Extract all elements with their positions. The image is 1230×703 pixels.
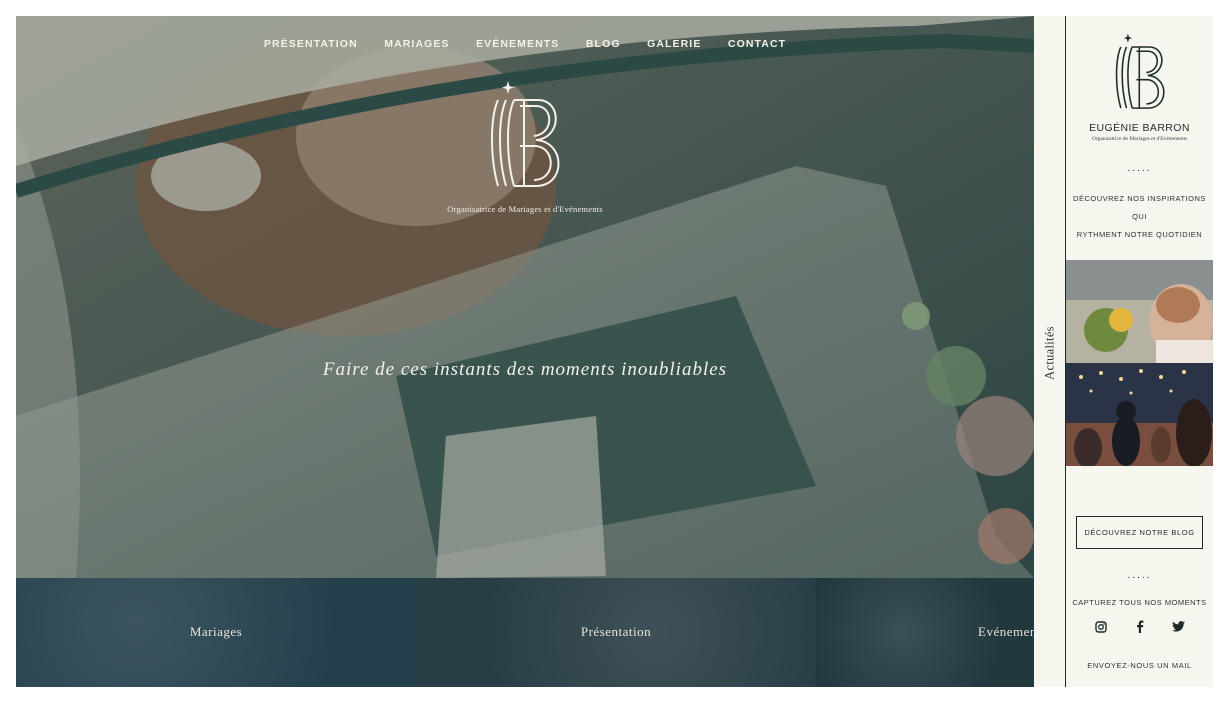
nav-presentation[interactable]: PRÉSENTATION xyxy=(264,38,358,50)
sidebar-logo[interactable]: EUGÉNIE BARRON Organisatrice de Mariages… xyxy=(1066,28,1213,142)
nav-galerie[interactable]: GALERIE xyxy=(647,38,701,50)
dots-divider: ..... xyxy=(1127,570,1152,581)
news-tab-label: Actualités xyxy=(1042,326,1057,380)
page-frame: PRÉSENTATION MARIAGES EVÉNEMENTS BLOG GA… xyxy=(16,16,1213,687)
news-tab[interactable]: Actualités xyxy=(1034,16,1066,687)
tile-label: Mariages xyxy=(189,624,243,639)
tile-mariages[interactable]: Mariages xyxy=(16,578,416,687)
discover-line-2: RYTHMENT NOTRE QUOTIDIEN xyxy=(1076,230,1203,239)
hero-section: PRÉSENTATION MARIAGES EVÉNEMENTS BLOG GA… xyxy=(16,16,1034,578)
capture-moments-text: CAPTUREZ TOUS NOS MOMENTS xyxy=(1072,598,1207,607)
hero-logo[interactable]: Organisatrice de Mariages et d'Evénement… xyxy=(16,78,1034,214)
nav-mariages[interactable]: MARIAGES xyxy=(384,38,449,50)
main-nav: PRÉSENTATION MARIAGES EVÉNEMENTS BLOG GA… xyxy=(16,34,1034,52)
social-links xyxy=(1066,620,1213,633)
facebook-icon[interactable] xyxy=(1133,620,1146,633)
instagram-icon[interactable] xyxy=(1094,620,1107,633)
blog-thumbnail-party[interactable] xyxy=(1066,363,1213,466)
dots-divider: ..... xyxy=(1127,163,1152,174)
tile-presentation[interactable]: Présentation xyxy=(416,578,816,687)
nav-contact[interactable]: CONTACT xyxy=(728,38,786,50)
nav-blog[interactable]: BLOG xyxy=(586,38,621,50)
discover-blog-button[interactable]: DÉCOUVREZ NOTRE BLOG xyxy=(1076,516,1203,549)
brand-subtitle: Organisatrice de Mariages et d'Evénement… xyxy=(1091,136,1188,142)
blog-thumbnails xyxy=(1066,260,1213,466)
logo-subtitle: Organisatrice de Mariages et d'Evénement… xyxy=(447,204,603,214)
tile-evenements[interactable]: Evénements xyxy=(816,578,1034,687)
discover-text: DÉCOUVREZ NOS INSPIRATIONS QUI RYTHMENT … xyxy=(1066,190,1213,244)
tile-label: Evénements xyxy=(978,624,1034,639)
hero-tagline: Faire de ces instants des moments inoubl… xyxy=(322,359,728,380)
brand-name: EUGÉNIE BARRON xyxy=(1089,122,1190,134)
eb-monogram-logo xyxy=(491,81,560,187)
category-tiles: Mariages Présentation Evénements xyxy=(16,578,1034,687)
nav-evenements[interactable]: EVÉNEMENTS xyxy=(476,38,559,50)
news-sidebar: EUGÉNIE BARRON Organisatrice de Mariages… xyxy=(1066,16,1213,687)
send-mail-link[interactable]: ENVOYEZ-NOUS UN MAIL xyxy=(1066,661,1213,670)
eb-monogram-logo xyxy=(1115,33,1164,109)
blog-thumbnail-bride[interactable] xyxy=(1066,260,1213,363)
twitter-icon[interactable] xyxy=(1172,620,1185,633)
tile-label: Présentation xyxy=(580,624,652,639)
discover-line-1: DÉCOUVREZ NOS INSPIRATIONS QUI xyxy=(1073,194,1206,221)
